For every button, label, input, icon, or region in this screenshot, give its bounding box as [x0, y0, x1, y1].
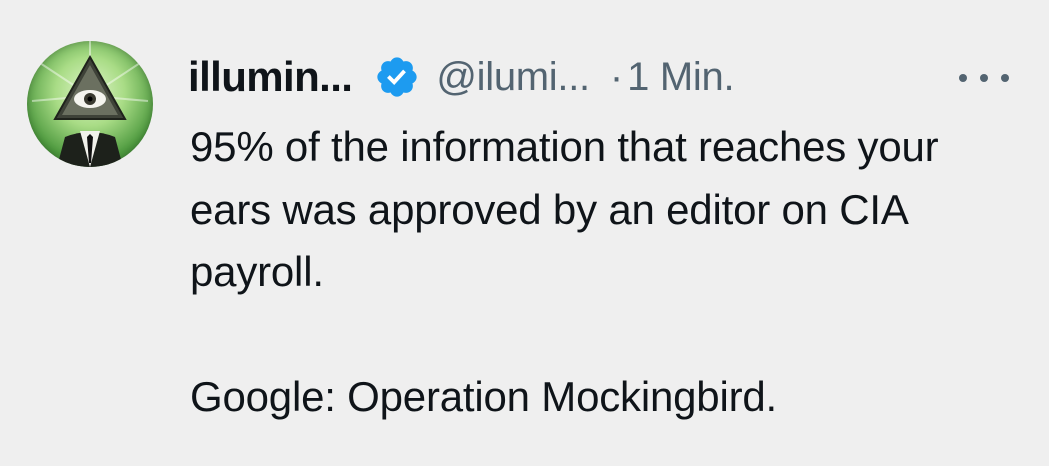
avatar[interactable]: [27, 41, 153, 167]
tweet-timestamp[interactable]: 1 Min.: [627, 55, 734, 100]
header-separator: ·: [609, 54, 624, 99]
tweet-header: illumin... @ilumi... · 1 Min.: [188, 48, 1009, 106]
more-options-button[interactable]: [959, 58, 1009, 98]
illuminati-avatar-icon: [31, 41, 149, 167]
tweet-text: 95% of the information that reaches your…: [190, 116, 1020, 428]
tweet[interactable]: illumin... @ilumi... · 1 Min. 95% of the…: [0, 0, 1049, 466]
verified-badge-icon: [374, 54, 420, 100]
tweet-text-paragraph-2: Google: Operation Mockingbird.: [190, 372, 777, 420]
more-dots-icon: [959, 74, 967, 82]
author-handle[interactable]: @ilumi...: [436, 55, 590, 100]
author-display-name[interactable]: illumin...: [188, 53, 353, 101]
tweet-text-paragraph-1: 95% of the information that reaches your…: [190, 123, 939, 295]
